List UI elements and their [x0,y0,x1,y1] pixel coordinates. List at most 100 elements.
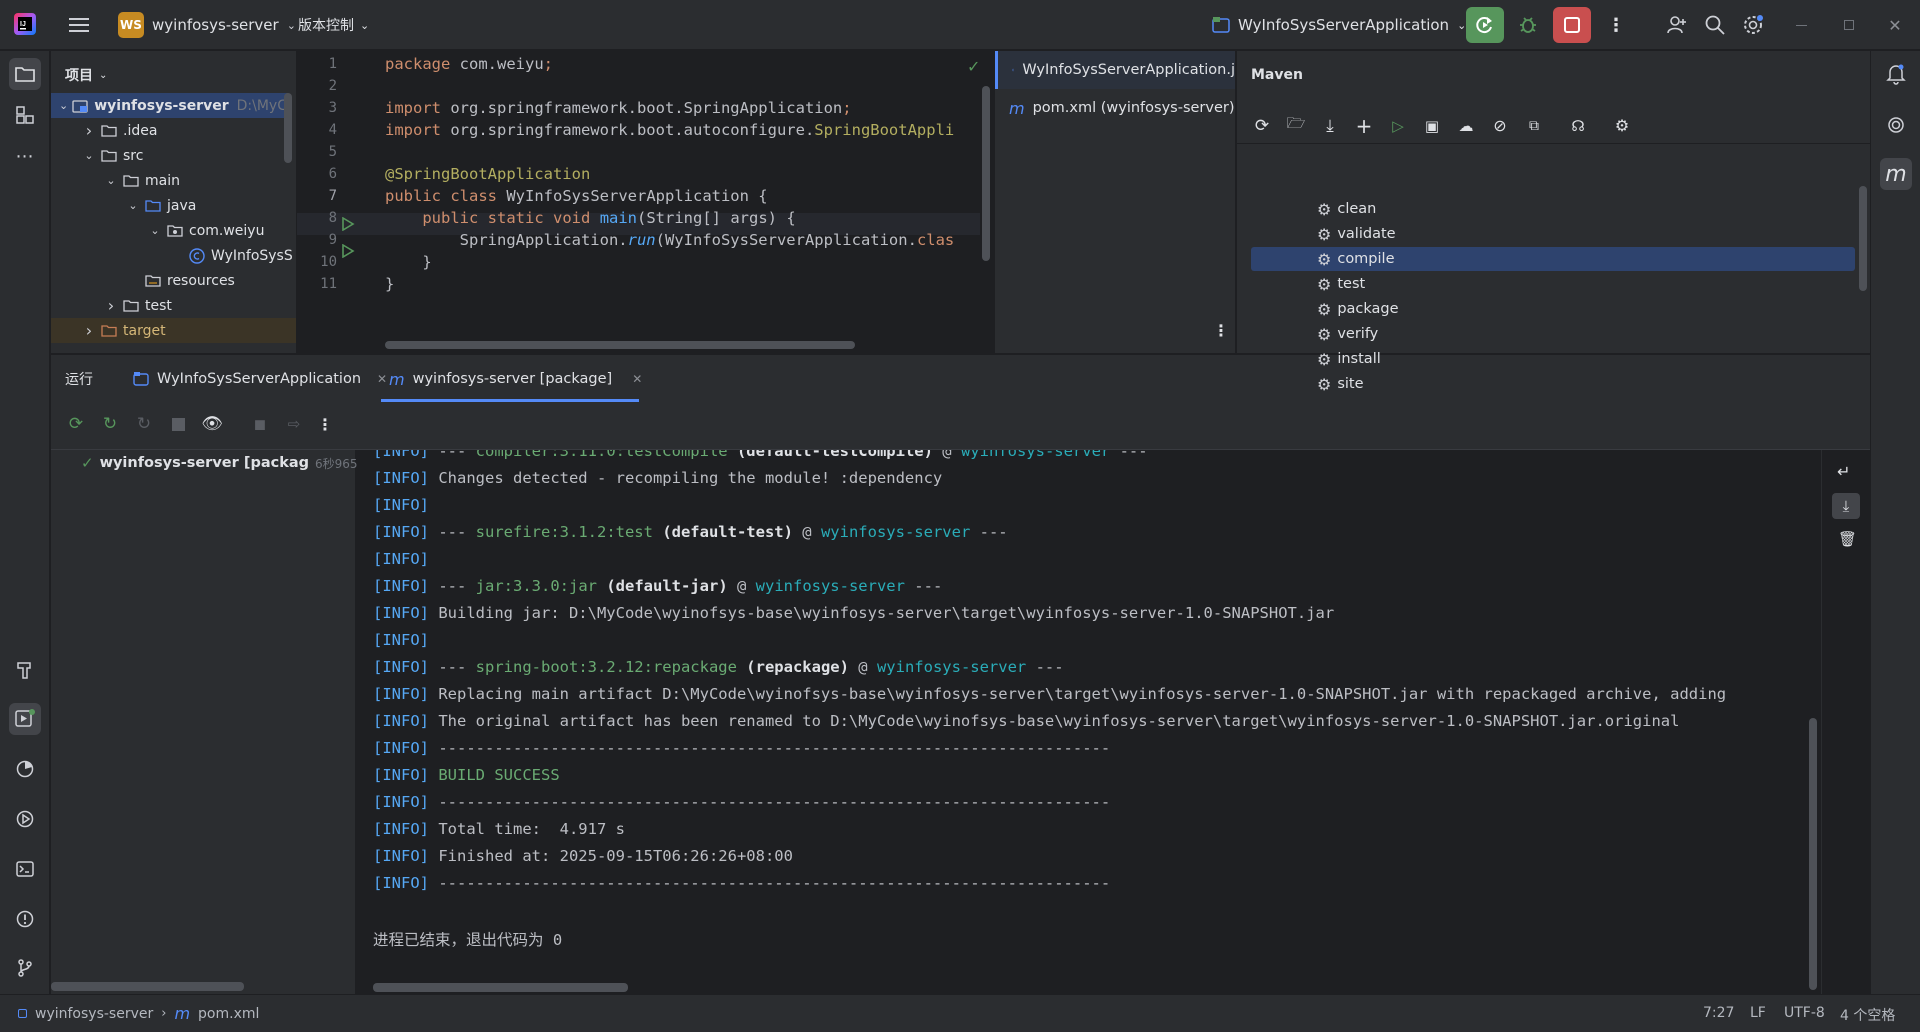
more-vertical-icon[interactable]: ⋮ [1213,321,1229,340]
app-logo-icon[interactable]: IJ [14,13,36,35]
tab-pom-xml[interactable]: m pom.xml (wyinfosys-server) [995,89,1235,127]
run-tab-application[interactable]: WyInfoSysServerApplication ✕ [125,363,395,395]
minimize-button[interactable] [1784,8,1818,42]
tree-item-test[interactable]: › test [103,293,172,318]
tree-item-wyinfosys-server[interactable]: ⌄ wyinfosys-server D:\MyCo [51,93,288,118]
notifications-button[interactable] [1880,58,1912,90]
run-tab-package[interactable]: m wyinfosys-server [package] ✕ [381,363,650,395]
ai-assistant-button[interactable] [1880,109,1912,141]
structure-tool-button[interactable] [9,99,41,131]
toggle-offline-icon[interactable]: ▣ [1421,117,1443,135]
chevron-right-icon[interactable]: › [81,321,97,340]
indent-setting[interactable]: 4 个空格 [1840,1005,1895,1025]
chevron-down-icon[interactable]: ⌄ [59,99,68,112]
soft-wrap-icon[interactable]: ↵ [1837,462,1850,481]
console-horizontal-scrollbar[interactable] [373,983,628,992]
plus-icon[interactable]: + [1353,114,1375,138]
rerun-icon[interactable]: ⟳ [65,414,87,434]
code-editor[interactable]: 1 2 3 4 5 6 7 8 9 10 11 package com.weiyu; import o… [297,51,993,353]
chevron-right-icon[interactable]: › [103,296,119,315]
tree-item-idea[interactable]: › .idea [81,118,158,143]
tree-item-resources[interactable]: resources [125,268,235,293]
file-encoding[interactable]: UTF-8 [1784,1005,1825,1021]
maven-goal-install[interactable]: ⚙ install [1317,347,1381,371]
download-icon[interactable]: ⤓ [1319,116,1341,136]
inspection-ok-icon[interactable]: ✓ [967,57,980,76]
chevron-down-icon[interactable]: ⌄ [103,174,119,187]
chevron-down-icon[interactable]: ⌄ [125,199,141,212]
more-vertical-icon[interactable]: ⋮ [317,415,333,434]
tree-item-wyinfosyss[interactable]: WyInfoSysS [169,243,293,268]
terminal-tool-button[interactable] [9,853,41,885]
build-tool-button[interactable] [9,654,41,686]
tree-item-java[interactable]: ⌄ java [125,193,196,218]
analyze-dependencies-icon[interactable]: ☊ [1567,117,1589,135]
skip-tests-icon[interactable]: ⊘ [1489,116,1511,135]
rerun-automatically-icon[interactable]: ↻ [133,414,155,434]
caret-position[interactable]: 7:27 [1703,1005,1734,1021]
project-scrollbar[interactable] [284,93,292,163]
console-vertical-scrollbar[interactable] [1809,718,1817,990]
more-actions-button[interactable]: ⋮ [1602,8,1630,42]
breadcrumb-project[interactable]: wyinfosys-server [35,1006,153,1022]
maven-goal-clean[interactable]: ⚙ clean [1317,197,1376,221]
scroll-to-end-icon[interactable]: ⤓ [1832,493,1860,519]
trash-icon[interactable]: 🗑 [1838,530,1857,548]
search-button[interactable] [1698,8,1732,42]
problems-tool-button[interactable] [9,903,41,935]
tree-item-com-weiyu[interactable]: ⌄ com.weiyu [147,218,264,243]
maven-goal-verify[interactable]: ⚙ verify [1317,322,1378,346]
tab-application-java[interactable]: WyInfoSysServerApplication.j [995,51,1235,89]
maven-goal-validate[interactable]: ⚙ validate [1317,222,1396,246]
maven-goal-compile[interactable]: ⚙ compile [1317,247,1395,271]
close-icon[interactable]: ✕ [632,372,642,386]
gear-icon[interactable]: ⚙ [1611,116,1633,135]
reload-icon[interactable]: ⟳ [1251,116,1273,136]
close-window-button[interactable]: ✕ [1878,8,1912,42]
code-with-me-button[interactable] [1660,8,1694,42]
run-gutter-icon[interactable] [341,244,355,258]
maven-goal-site[interactable]: ⚙ site [1317,372,1364,396]
tree-item-target[interactable]: › target [51,318,296,343]
chevron-right-icon[interactable]: › [81,121,97,140]
maximize-button[interactable] [1832,8,1866,42]
eye-icon[interactable]: 👁 [201,414,223,434]
cloud-off-icon[interactable]: ☁ [1455,117,1477,135]
maven-scrollbar[interactable] [1859,186,1867,291]
main-menu-button[interactable] [62,8,96,42]
rerun-failed-icon[interactable]: ↻ [99,414,121,434]
tree-item-src[interactable]: ⌄ src [81,143,143,168]
project-panel-header[interactable]: 项目 ⌄ [65,65,107,85]
chevron-down-icon[interactable]: ⌄ [147,224,163,237]
console-output[interactable]: [INFO] --- compiler:3.11.0:testCompile (… [357,450,1821,994]
editor-vertical-scrollbar[interactable] [982,86,990,261]
git-tool-button[interactable] [9,952,41,984]
maven-tool-button[interactable]: m [1880,158,1912,190]
vcs-menu[interactable]: 版本控制 ⌄ [292,8,375,42]
tree-item-main[interactable]: ⌄ main [103,168,180,193]
line-ending[interactable]: LF [1750,1005,1766,1021]
profiler-tool-button[interactable] [9,753,41,785]
more-tools-button[interactable]: ⋯ [9,140,41,172]
editor-horizontal-scrollbar[interactable] [385,341,855,349]
run-tool-button[interactable] [9,703,41,735]
maven-goal-test[interactable]: ⚙ test [1317,272,1365,296]
camera-icon[interactable]: ◼ [249,415,271,433]
stop-button[interactable] [1553,7,1591,43]
run-gutter-icon[interactable] [341,217,355,231]
run-config-selector[interactable]: WyInfoSysServerApplication ⌄ [1206,8,1472,42]
debug-button[interactable] [1510,8,1546,42]
add-folder-icon[interactable]: 🗁 [1285,113,1307,138]
maven-goal-package[interactable]: ⚙ package [1317,297,1399,321]
chevron-down-icon[interactable]: ⌄ [81,149,97,162]
run-tree-item[interactable]: ✓ wyinfosys-server [packag 6秒965毫秒 [81,450,382,476]
settings-button[interactable] [1736,8,1770,42]
project-switcher[interactable]: WS wyinfosys-server ⌄ [112,8,302,42]
stop-icon[interactable] [167,417,189,431]
export-icon[interactable]: ⇨ [283,415,305,433]
run-icon[interactable]: ▷ [1387,117,1409,135]
breadcrumb-file[interactable]: pom.xml [198,1006,259,1022]
services-tool-button[interactable] [9,803,41,835]
project-tool-button[interactable] [9,58,41,90]
collapse-all-icon[interactable]: ⧉ [1523,118,1545,134]
